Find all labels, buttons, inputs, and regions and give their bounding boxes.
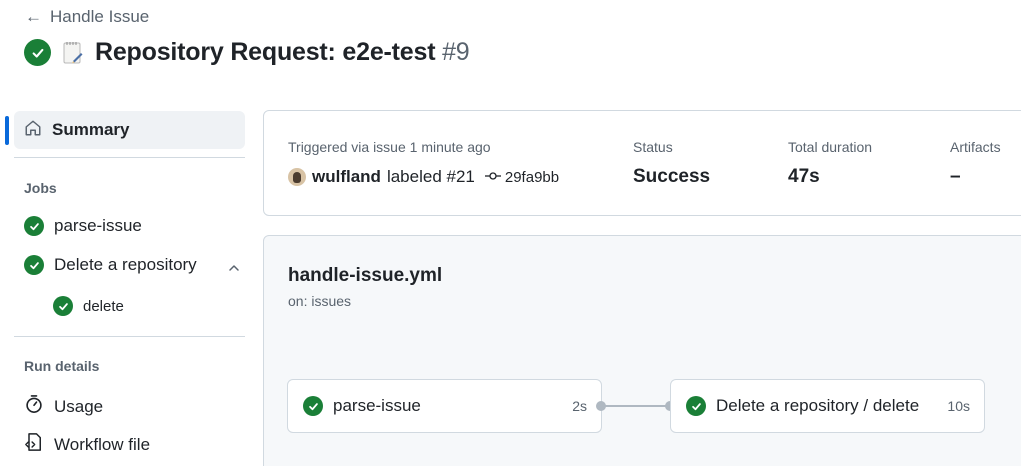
- page-title-row: Repository Request: e2e-test #9: [24, 38, 470, 67]
- check-circle-icon: [303, 396, 323, 416]
- commit-sha: 29fa9bb: [504, 168, 560, 186]
- run-summary-card: Triggered via issue 1 minute ago wulflan…: [263, 110, 1021, 216]
- divider: [14, 157, 245, 158]
- check-circle-icon: [24, 255, 44, 275]
- page-title: Repository Request: e2e-test #9: [95, 38, 470, 67]
- job-card-parse-issue[interactable]: parse-issue 2s: [287, 379, 602, 433]
- sidebar-item-label: Workflow file: [54, 434, 151, 454]
- sidebar-item-usage[interactable]: Usage: [24, 394, 103, 419]
- sidebar-item-summary[interactable]: Summary: [14, 111, 245, 149]
- sidebar-item-workflow-file[interactable]: Workflow file: [24, 432, 150, 457]
- check-circle-icon: [24, 216, 44, 236]
- sidebar-item-label: Summary: [52, 120, 130, 139]
- user-link[interactable]: wulfland: [312, 167, 381, 187]
- workflow-file-name: handle-issue.yml: [288, 265, 443, 286]
- memo-icon: [63, 41, 83, 65]
- workflow-graph: handle-issue.yml on: issues parse-issue …: [263, 235, 1021, 466]
- file-code-icon: [24, 432, 44, 457]
- stopwatch-icon: [24, 394, 44, 419]
- job-card-delete-repository[interactable]: Delete a repository / delete 10s: [670, 379, 985, 433]
- job-duration: 10s: [947, 398, 970, 414]
- triggered-label: Triggered via issue 1 minute ago: [288, 139, 491, 155]
- home-icon: [24, 119, 42, 142]
- job-connector: [604, 405, 666, 407]
- active-indicator: [5, 116, 9, 145]
- status-value: Success: [633, 166, 711, 187]
- back-link-label: Handle Issue: [50, 7, 150, 26]
- status-label: Status: [633, 139, 673, 155]
- jobs-heading: Jobs: [24, 180, 57, 196]
- check-circle-icon: [686, 396, 706, 416]
- commit-link[interactable]: 29fa9bb: [484, 168, 560, 186]
- job-name: parse-issue: [333, 396, 421, 415]
- action-text[interactable]: labeled #21: [387, 167, 475, 187]
- page-title-text: Repository Request: e2e-test: [95, 38, 436, 66]
- sidebar-item-delete-step[interactable]: delete: [53, 296, 124, 316]
- divider: [14, 336, 245, 337]
- job-duration: 2s: [572, 398, 587, 414]
- artifacts-label: Artifacts: [950, 139, 1001, 155]
- check-circle-icon: [53, 296, 73, 316]
- sidebar-item-label: Delete a repository: [54, 255, 197, 274]
- arrow-left-icon: ←: [25, 7, 42, 26]
- check-circle-icon: [24, 39, 51, 66]
- git-commit-icon: [484, 169, 501, 186]
- artifacts-value: –: [950, 166, 961, 187]
- workflow-trigger: on: issues: [288, 293, 352, 309]
- job-name: Delete a repository / delete: [716, 396, 920, 415]
- chevron-up-icon[interactable]: [226, 260, 242, 276]
- sidebar-item-parse-issue[interactable]: parse-issue: [24, 216, 142, 236]
- run-details-heading: Run details: [24, 358, 100, 374]
- run-number: #9: [442, 38, 470, 66]
- sidebar-item-label: delete: [83, 297, 124, 315]
- duration-value: 47s: [788, 166, 820, 187]
- sidebar-item-label: Usage: [54, 396, 104, 416]
- sidebar-item-label: parse-issue: [54, 216, 142, 235]
- sidebar-item-delete-repository[interactable]: Delete a repository: [24, 255, 197, 275]
- duration-label: Total duration: [788, 139, 873, 155]
- avatar[interactable]: [288, 168, 306, 186]
- back-link[interactable]: ← Handle Issue: [25, 7, 149, 27]
- trigger-info: wulfland labeled #21 29fa9bb: [288, 167, 559, 187]
